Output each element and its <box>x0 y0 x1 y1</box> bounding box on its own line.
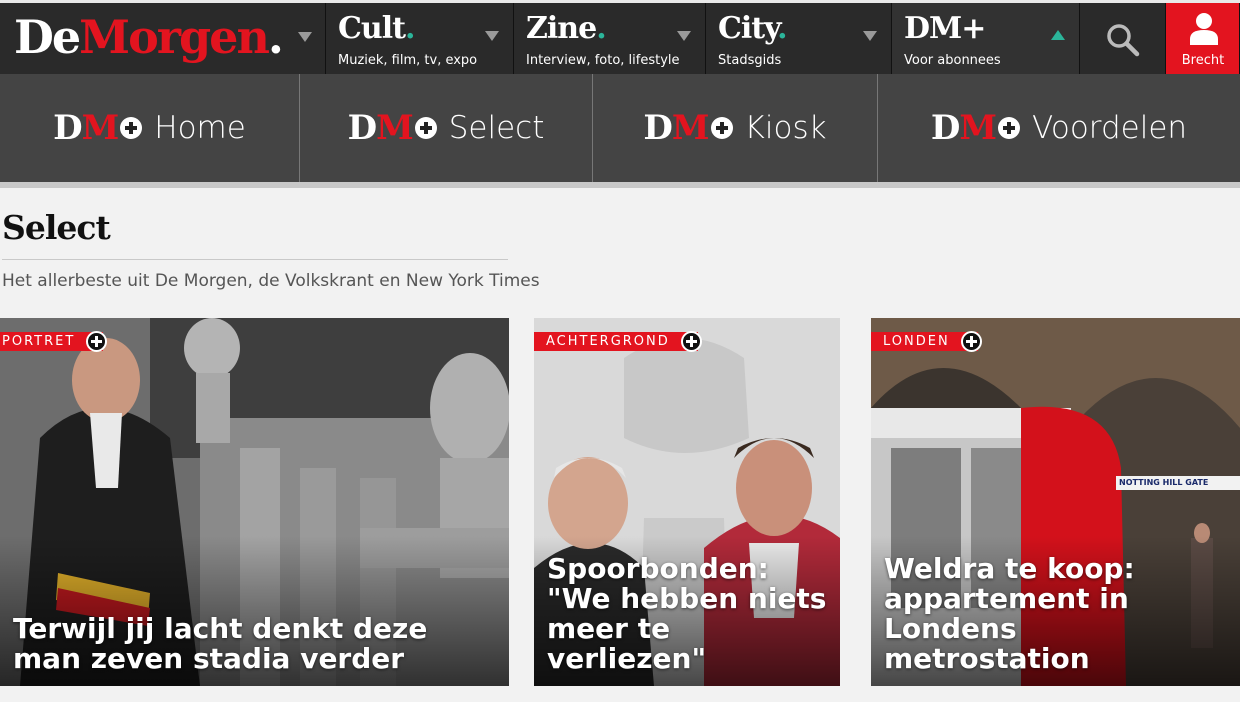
page-title: Select <box>2 208 111 247</box>
dm-nav-label: Home <box>154 110 246 146</box>
dm-plus-icon <box>680 331 702 352</box>
de-morgen-logo[interactable]: DeMorgen. <box>14 9 284 65</box>
dm-nav-label: Voordelen <box>1032 110 1188 146</box>
dm-nav-select[interactable]: DM Select <box>299 74 592 182</box>
section-zine[interactable]: Zine. Interview, foto, lifestyle <box>514 3 706 74</box>
section-cult-title: Cult. <box>338 11 415 46</box>
chevron-down-icon[interactable] <box>677 31 691 41</box>
section-zine-title: Zine. <box>526 11 607 46</box>
dm-plus-logo: DM <box>931 108 1021 148</box>
logo-dot: . <box>267 10 284 64</box>
logo-part-de: De <box>14 10 81 64</box>
section-zine-subtitle: Interview, foto, lifestyle <box>526 53 680 68</box>
station-sign: NOTTING HILL GATE <box>1119 478 1209 487</box>
user-name: Brecht <box>1181 53 1225 68</box>
dm-nav-voordelen[interactable]: DM Voordelen <box>877 74 1240 182</box>
chevron-down-icon[interactable] <box>298 32 312 42</box>
section-city[interactable]: City. Stadsgids <box>706 3 892 74</box>
nav-divider <box>0 182 1240 188</box>
plus-icon <box>710 117 733 139</box>
dm-nav-kiosk[interactable]: DM Kiosk <box>592 74 877 182</box>
chevron-down-icon[interactable] <box>863 31 877 41</box>
user-account-button[interactable]: Brecht <box>1166 3 1240 74</box>
dm-plus-icon <box>960 331 982 352</box>
chevron-down-icon[interactable] <box>485 31 499 41</box>
category-tag[interactable]: PORTRET <box>0 331 108 352</box>
article-headline[interactable]: Terwijl jij lacht denkt deze man zeven s… <box>13 614 501 674</box>
article-card-portret[interactable]: PORTRET Terwijl jij lacht denkt deze man… <box>0 318 509 686</box>
section-city-subtitle: Stadsgids <box>718 53 782 68</box>
dm-nav-label: Select <box>448 110 545 146</box>
search-icon <box>1107 24 1140 57</box>
section-dm-plus-subtitle: Voor abonnees <box>904 53 1001 68</box>
logo-menu[interactable]: DeMorgen. <box>0 3 326 74</box>
title-divider <box>2 259 508 260</box>
section-city-title: City. <box>718 11 788 46</box>
page-subtitle: Het allerbeste uit De Morgen, de Volkskr… <box>2 271 540 291</box>
dm-plus-logo: DM <box>348 108 437 148</box>
dm-plus-logo: DM <box>643 108 733 148</box>
article-headline[interactable]: Weldra te koop: appartement in Londens m… <box>884 554 1232 674</box>
plus-icon <box>414 117 437 139</box>
section-cult[interactable]: Cult. Muziek, film, tv, expo <box>326 3 514 74</box>
article-card-achtergrond[interactable]: ACHTERGROND Spoorbonden: "We hebben niet… <box>534 318 840 686</box>
user-avatar-icon <box>1190 13 1218 45</box>
chevron-up-icon[interactable] <box>1051 30 1065 40</box>
dm-nav-home[interactable]: DM Home <box>0 74 299 182</box>
search-button[interactable] <box>1080 3 1166 74</box>
category-tag[interactable]: ACHTERGROND <box>534 331 702 352</box>
category-tag[interactable]: LONDEN <box>871 331 982 352</box>
dm-nav-label: Kiosk <box>744 110 827 146</box>
plus-icon <box>120 117 143 139</box>
section-dm-plus-title: DM+ <box>904 11 986 46</box>
logo-part-morgen: Morgen <box>79 10 270 64</box>
dm-plus-navigation: DM Home DM Select DM Kiosk DM Voordelen <box>0 74 1240 182</box>
article-headline[interactable]: Spoorbonden: "We hebben niets meer te ve… <box>547 554 832 674</box>
section-dm-plus[interactable]: DM+ Voor abonnees <box>892 3 1080 74</box>
plus-icon <box>998 117 1021 139</box>
dm-plus-logo: DM <box>53 108 143 148</box>
article-card-londen[interactable]: LONDEN NOTTING HILL GATE Weldra te koop:… <box>871 318 1240 686</box>
section-cult-subtitle: Muziek, film, tv, expo <box>338 53 478 68</box>
top-navigation-bar: DeMorgen. Cult. Muziek, film, tv, expo Z… <box>0 0 1240 74</box>
